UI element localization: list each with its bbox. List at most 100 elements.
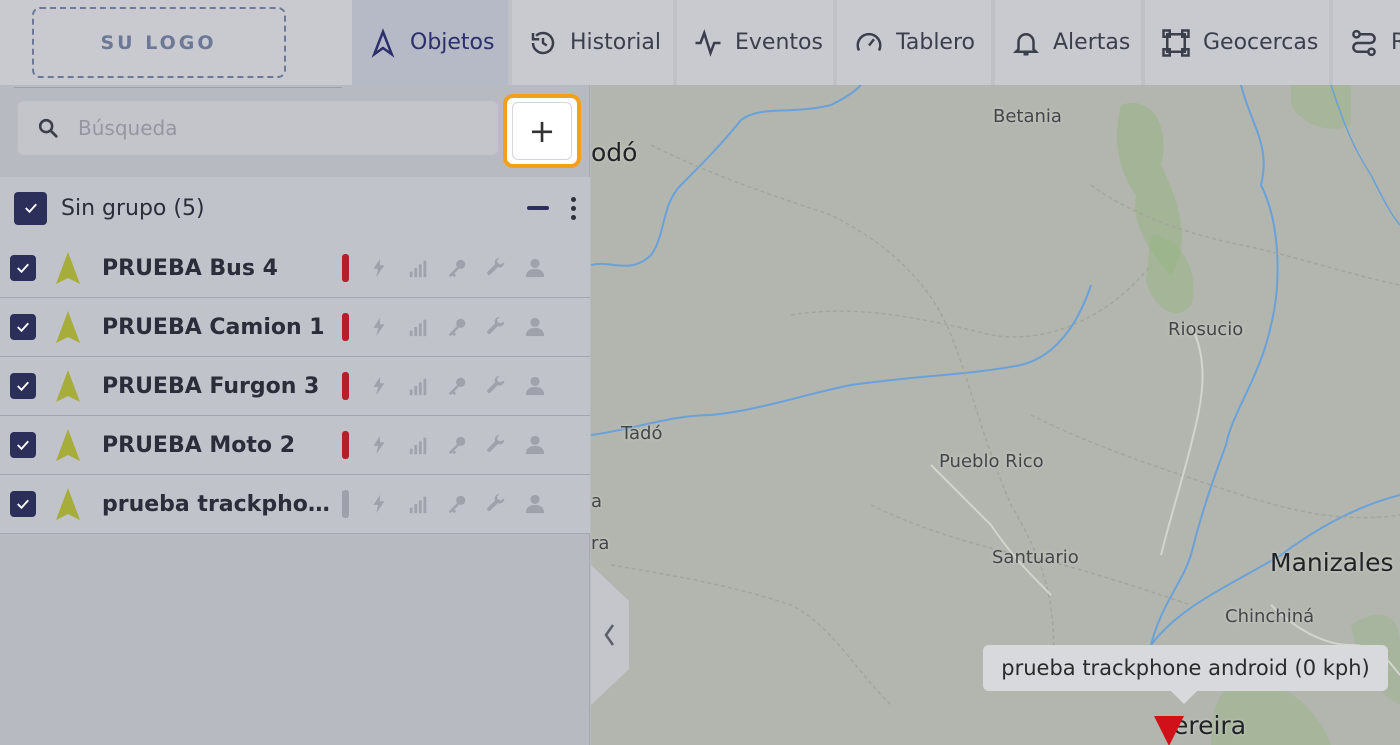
driver-icon <box>515 434 554 456</box>
group-header[interactable]: Sin grupo (5) <box>0 177 590 239</box>
ignition-icon <box>359 257 398 279</box>
object-row[interactable]: PRUEBA Camion 1 <box>0 298 590 357</box>
tab-rutas[interactable]: R <box>1333 0 1400 85</box>
divider <box>14 87 342 88</box>
more-options-icon[interactable] <box>571 196 576 220</box>
objects-panel: + Sin grupo (5) PRUEBA Bus 4 PRUEBA Camio… <box>0 85 590 745</box>
top-navigation-bar: SU LOGO Objetos Historial Eventos Tabler… <box>0 0 1400 85</box>
collapse-group-icon[interactable] <box>527 206 549 210</box>
ignition-icon <box>359 375 398 397</box>
object-name[interactable]: PRUEBA Bus 4 <box>102 256 342 281</box>
ignition-icon <box>359 316 398 338</box>
object-checkbox[interactable] <box>10 255 36 281</box>
vehicle-tooltip: prueba trackphone android (0 kph) <box>983 645 1388 691</box>
tab-label: Historial <box>570 30 661 55</box>
group-actions <box>527 177 576 239</box>
wrench-icon <box>476 316 515 338</box>
route-icon <box>1349 27 1379 59</box>
object-checkbox[interactable] <box>10 314 36 340</box>
map-label: Betania <box>993 106 1062 127</box>
driver-icon <box>515 493 554 515</box>
ignition-icon <box>359 434 398 456</box>
object-checkbox[interactable] <box>10 432 36 458</box>
tab-historial[interactable]: Historial <box>512 0 677 85</box>
vehicle-marker-icon[interactable] <box>1152 712 1186 745</box>
map-label: Pueblo Rico <box>939 451 1044 472</box>
group-checkbox[interactable] <box>14 191 47 225</box>
ignition-icon <box>359 493 398 515</box>
object-name[interactable]: PRUEBA Moto 2 <box>102 433 342 458</box>
object-name[interactable]: PRUEBA Furgon 3 <box>102 374 342 399</box>
key-icon <box>437 434 476 456</box>
add-object-highlight: + <box>503 94 581 168</box>
driver-icon <box>515 375 554 397</box>
tooltip-tail <box>1170 690 1198 704</box>
object-status-icons <box>359 493 554 515</box>
tab-label: Objetos <box>410 30 495 55</box>
connection-status-indicator <box>342 372 349 400</box>
object-row[interactable]: prueba trackphon... <box>0 475 590 534</box>
object-status-icons <box>359 316 554 338</box>
logo-placeholder[interactable]: SU LOGO <box>31 7 286 78</box>
wrench-icon <box>476 257 515 279</box>
map-label: Riosucio <box>1168 319 1244 340</box>
tab-tablero[interactable]: Tablero <box>837 0 995 85</box>
object-name[interactable]: PRUEBA Camion 1 <box>102 315 342 340</box>
tab-objetos[interactable]: Objetos <box>352 0 512 85</box>
add-object-button[interactable]: + <box>512 102 572 160</box>
driver-icon <box>515 257 554 279</box>
connection-status-indicator <box>342 313 349 341</box>
key-icon <box>437 316 476 338</box>
map-label: Manizales <box>1270 548 1394 577</box>
map-label: ra <box>591 533 610 554</box>
connection-status-indicator <box>342 254 349 282</box>
activity-pulse-icon <box>693 27 723 59</box>
collapse-panel-handle[interactable] <box>591 565 629 705</box>
signal-icon <box>398 434 437 456</box>
map-label: Chinchiná <box>1225 606 1315 627</box>
tab-alertas[interactable]: Alertas <box>995 0 1145 85</box>
vehicle-direction-icon <box>56 370 80 402</box>
object-status-icons <box>359 375 554 397</box>
search-input[interactable] <box>78 116 478 140</box>
map-label: odó <box>591 138 638 167</box>
bell-icon <box>1011 27 1041 59</box>
wrench-icon <box>476 375 515 397</box>
object-row[interactable]: PRUEBA Moto 2 <box>0 416 590 475</box>
logo-area: SU LOGO <box>0 0 352 85</box>
tab-label: R <box>1391 30 1400 55</box>
map-label: Santuario <box>992 547 1079 568</box>
tab-label: Tablero <box>896 30 975 55</box>
tab-geocercas[interactable]: Geocercas <box>1145 0 1333 85</box>
driver-icon <box>515 316 554 338</box>
object-checkbox[interactable] <box>10 373 36 399</box>
object-row[interactable]: PRUEBA Furgon 3 <box>0 357 590 416</box>
connection-status-indicator <box>342 431 349 459</box>
search-icon <box>18 117 78 139</box>
vehicle-direction-icon <box>56 311 80 343</box>
group-title: Sin grupo (5) <box>61 195 205 221</box>
vehicle-direction-icon <box>56 488 80 520</box>
object-checkbox[interactable] <box>10 491 36 517</box>
key-icon <box>437 257 476 279</box>
wrench-icon <box>476 493 515 515</box>
vehicle-direction-icon <box>56 252 80 284</box>
object-status-icons <box>359 257 554 279</box>
tab-eventos[interactable]: Eventos <box>677 0 837 85</box>
signal-icon <box>398 257 437 279</box>
map-label: a <box>591 491 603 512</box>
object-row[interactable]: PRUEBA Bus 4 <box>0 239 590 298</box>
map-label: Tadó <box>621 423 663 444</box>
navigation-arrow-icon <box>368 27 398 59</box>
object-name[interactable]: prueba trackphon... <box>102 492 342 517</box>
signal-icon <box>398 375 437 397</box>
tab-label: Geocercas <box>1203 30 1319 55</box>
gauge-icon <box>853 27 884 59</box>
signal-icon <box>398 493 437 515</box>
history-icon <box>528 27 558 59</box>
key-icon <box>437 493 476 515</box>
search-box[interactable] <box>18 101 498 155</box>
tab-label: Alertas <box>1053 30 1131 55</box>
signal-icon <box>398 316 437 338</box>
geofence-square-icon <box>1161 27 1191 59</box>
